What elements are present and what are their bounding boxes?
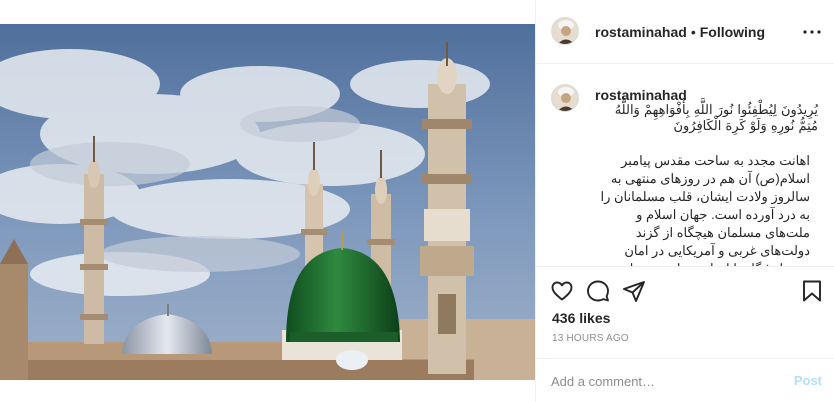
- action-bar: [536, 267, 834, 311]
- caption-body: اهانت مجدد به ساحت مقدس پیامبر اسلام(ص) …: [600, 153, 811, 266]
- like-button[interactable]: [550, 279, 574, 303]
- post-sidebar: rostaminahad • Following rostaminahad يُ…: [535, 0, 834, 402]
- caption-username[interactable]: rostaminahad: [595, 87, 687, 103]
- avatar[interactable]: [551, 17, 579, 45]
- avatar-image: [552, 85, 578, 111]
- caption-avatar[interactable]: [551, 84, 579, 112]
- comment-bar: Post: [536, 358, 834, 402]
- avatar-image: [552, 18, 578, 44]
- post-image[interactable]: [0, 24, 535, 380]
- instagram-post: rostaminahad • Following rostaminahad يُ…: [0, 0, 834, 402]
- comment-button[interactable]: [586, 279, 610, 303]
- header-text: rostaminahad • Following: [595, 24, 765, 40]
- bookmark-icon: [803, 280, 821, 302]
- header-username[interactable]: rostaminahad: [595, 24, 687, 40]
- save-button[interactable]: [800, 279, 824, 303]
- caption-area: rostaminahad يُرِيدُونَ لِيُطْفِئُوا نُو…: [536, 64, 834, 267]
- likes-count[interactable]: 436 likes: [552, 310, 610, 326]
- comment-input[interactable]: [551, 371, 771, 391]
- share-button[interactable]: [622, 279, 646, 303]
- comment-icon: [587, 280, 609, 302]
- heart-icon: [551, 281, 573, 301]
- share-icon: [623, 281, 645, 302]
- post-timestamp[interactable]: 13 HOURS AGO: [552, 333, 629, 344]
- more-horizontal-icon: [803, 30, 821, 34]
- following-button[interactable]: Following: [700, 24, 765, 40]
- post-header: rostaminahad • Following: [536, 0, 834, 64]
- separator-dot: •: [690, 24, 696, 40]
- caption-verse: يُرِيدُونَ لِيُطْفِئُوا نُورَ اللَّهِ بِ…: [614, 103, 818, 134]
- more-options-button[interactable]: [800, 20, 824, 44]
- post-comment-button[interactable]: Post: [794, 373, 822, 388]
- mosque-photo: [0, 24, 535, 380]
